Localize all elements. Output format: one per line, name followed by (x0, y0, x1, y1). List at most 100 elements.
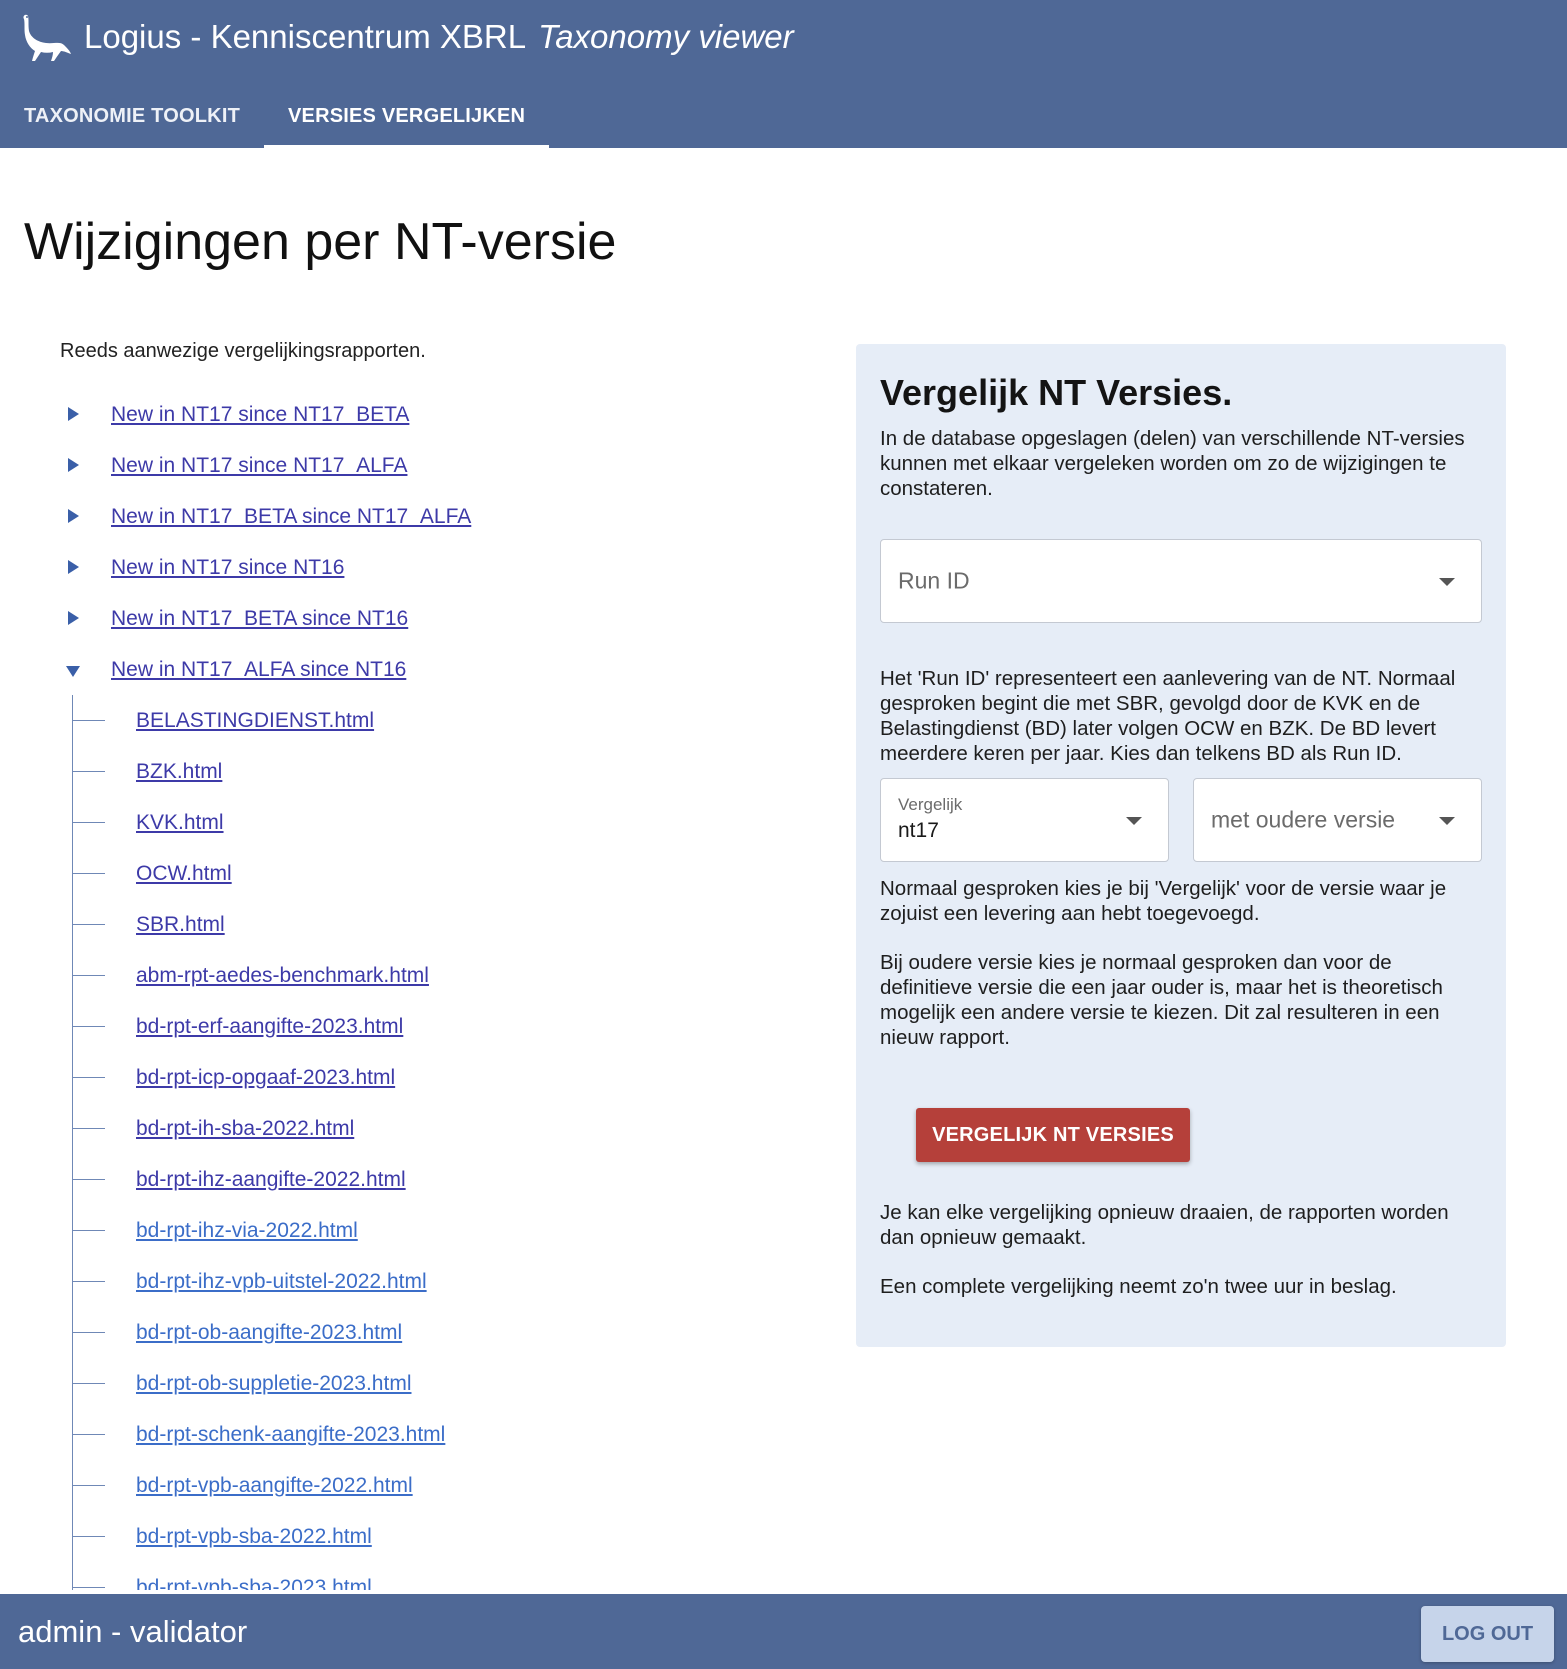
report-file-item: bd-rpt-ihz-aangifte-2022.html (73, 1154, 820, 1205)
report-file-link[interactable]: bd-rpt-ihz-vpb-uitstel-2022.html (136, 1270, 427, 1294)
reports-tree: New in NT17 since NT17_BETA New in NT17 s… (60, 389, 820, 1590)
report-tree-item: New in NT17 since NT17_BETA (60, 389, 820, 440)
caret-down-icon[interactable] (66, 666, 80, 677)
report-tree-item: New in NT17_BETA since NT16 (60, 593, 820, 644)
report-link[interactable]: New in NT17_ALFA since NT16 (111, 658, 406, 682)
report-file-link[interactable]: abm-rpt-aedes-benchmark.html (136, 964, 429, 988)
rerun-note: Je kan elke vergelijking opnieuw draaien… (880, 1201, 1449, 1249)
run-id-help: Het 'Run ID' representeert een aanleveri… (880, 667, 1456, 765)
report-file-link[interactable]: bd-rpt-vpb-sba-2022.html (136, 1525, 372, 1549)
compare-select-value: nt17 (898, 819, 939, 842)
older-select-placeholder: met oudere versie (1211, 806, 1396, 833)
app-title: Logius - Kenniscentrum XBRL (84, 18, 527, 55)
run-id-placeholder: Run ID (898, 567, 970, 594)
report-tree-item: New in NT17_BETA since NT17_ALFA (60, 491, 820, 542)
duration-note: Een complete vergelijking neemt zo'n twe… (880, 1275, 1397, 1298)
report-file-item: bd-rpt-ihz-via-2022.html (73, 1205, 820, 1256)
report-file-item: bd-rpt-vpb-sba-2022.html (73, 1511, 820, 1562)
report-children: BELASTINGDIENST.html BZK.html KVK.html OCW.… (72, 695, 820, 1590)
panel-title: Vergelijk NT Versies. (880, 372, 1233, 413)
tree-connector (73, 1128, 105, 1129)
report-file-link[interactable]: bd-rpt-ihz-via-2022.html (136, 1219, 358, 1243)
tab-taxonomie-toolkit[interactable]: TAXONOMIE TOOLKIT (0, 84, 264, 148)
dropdown-arrow-icon (1126, 817, 1142, 825)
tree-connector (73, 822, 105, 823)
report-file-link[interactable]: SBR.html (136, 913, 225, 937)
report-file-item: bd-rpt-ih-sba-2022.html (73, 1103, 820, 1154)
caret-right-icon[interactable] (68, 458, 79, 472)
report-link[interactable]: New in NT17_BETA since NT16 (111, 607, 408, 631)
main-tabs: TAXONOMIE TOOLKIT VERSIES VERGELIJKEN (0, 84, 550, 148)
brand: Logius - Kenniscentrum XBRL Taxonomy vie… (18, 10, 794, 64)
caret-right-icon[interactable] (68, 560, 79, 574)
tree-connector (73, 1281, 105, 1282)
report-file-link[interactable]: bd-rpt-erf-aangifte-2023.html (136, 1015, 403, 1039)
tree-connector (73, 1383, 105, 1384)
run-id-select[interactable]: Run ID (880, 539, 1482, 623)
report-file-link[interactable]: BELASTINGDIENST.html (136, 709, 374, 733)
tree-connector (73, 1332, 105, 1333)
tree-connector (73, 1587, 105, 1588)
dropdown-arrow-icon (1439, 817, 1455, 825)
tree-connector (73, 1179, 105, 1180)
report-tree-item: New in NT17 since NT16 (60, 542, 820, 593)
panel-description: In de database opgeslagen (delen) van ve… (880, 427, 1465, 500)
report-link[interactable]: New in NT17 since NT16 (111, 556, 344, 580)
report-file-link[interactable]: bd-rpt-ob-aangifte-2023.html (136, 1321, 402, 1345)
tree-connector (73, 924, 105, 925)
report-file-item: BELASTINGDIENST.html (73, 695, 820, 746)
report-tree-item: New in NT17 since NT17_ALFA (60, 440, 820, 491)
tree-connector (73, 771, 105, 772)
report-file-link[interactable]: bd-rpt-vpb-sba-2023.html (136, 1576, 372, 1591)
report-file-link[interactable]: bd-rpt-ob-suppletie-2023.html (136, 1372, 411, 1396)
report-file-item: bd-rpt-vpb-aangifte-2022.html (73, 1460, 820, 1511)
report-file-item: bd-rpt-vpb-sba-2023.html (73, 1562, 820, 1590)
report-link[interactable]: New in NT17_BETA since NT17_ALFA (111, 505, 471, 529)
report-link[interactable]: New in NT17 since NT17_ALFA (111, 454, 407, 478)
compare-help: Normaal gesproken kies je bij 'Vergelijk… (880, 877, 1447, 925)
compare-select-label: Vergelijk (898, 795, 963, 814)
report-file-item: bd-rpt-icp-opgaaf-2023.html (73, 1052, 820, 1103)
report-file-link[interactable]: BZK.html (136, 760, 222, 784)
report-file-item: OCW.html (73, 848, 820, 899)
older-version-help: Bij oudere versie kies je normaal gespro… (880, 951, 1443, 1049)
report-file-item: abm-rpt-aedes-benchmark.html (73, 950, 820, 1001)
report-file-item: bd-rpt-ob-suppletie-2023.html (73, 1358, 820, 1409)
logout-button[interactable]: LOG OUT (1421, 1606, 1554, 1662)
report-file-link[interactable]: bd-rpt-ihz-aangifte-2022.html (136, 1168, 406, 1192)
reports-section: Reeds aanwezige vergelijkingsrapporten. … (60, 340, 820, 1590)
compare-version-select[interactable]: Vergelijk nt17 (880, 778, 1169, 862)
report-file-link[interactable]: bd-rpt-schenk-aangifte-2023.html (136, 1423, 445, 1447)
tree-connector (73, 1434, 105, 1435)
caret-right-icon[interactable] (68, 509, 79, 523)
tree-connector (73, 975, 105, 976)
tab-versies-vergelijken[interactable]: VERSIES VERGELIJKEN (264, 84, 550, 148)
tree-connector (73, 720, 105, 721)
report-file-item: bd-rpt-ihz-vpb-uitstel-2022.html (73, 1256, 820, 1307)
tree-connector (73, 1077, 105, 1078)
current-user: admin - validator (18, 1613, 248, 1649)
report-file-item: bd-rpt-ob-aangifte-2023.html (73, 1307, 820, 1358)
report-tree-item: New in NT17_ALFA since NT16 (60, 644, 820, 695)
report-file-item: KVK.html (73, 797, 820, 848)
caret-right-icon[interactable] (68, 407, 79, 421)
older-version-select[interactable]: met oudere versie (1193, 778, 1482, 862)
report-file-link[interactable]: KVK.html (136, 811, 224, 835)
footer-bar: admin - validator LOG OUT (0, 1594, 1567, 1669)
report-file-item: bd-rpt-erf-aangifte-2023.html (73, 1001, 820, 1052)
report-file-item: bd-rpt-schenk-aangifte-2023.html (73, 1409, 820, 1460)
dropdown-arrow-icon (1439, 578, 1455, 586)
tree-connector (73, 1536, 105, 1537)
lizard-logo-icon (23, 14, 71, 62)
app-subtitle: Taxonomy viewer (538, 18, 794, 55)
report-file-link[interactable]: bd-rpt-icp-opgaaf-2023.html (136, 1066, 395, 1090)
report-link[interactable]: New in NT17 since NT17_BETA (111, 403, 409, 427)
report-file-item: SBR.html (73, 899, 820, 950)
report-file-link[interactable]: OCW.html (136, 862, 232, 886)
compare-versions-button[interactable]: VERGELIJK NT VERSIES (916, 1108, 1190, 1162)
caret-right-icon[interactable] (68, 611, 79, 625)
report-file-link[interactable]: bd-rpt-ih-sba-2022.html (136, 1117, 354, 1141)
report-file-link[interactable]: bd-rpt-vpb-aangifte-2022.html (136, 1474, 413, 1498)
tree-connector (73, 873, 105, 874)
tree-connector (73, 1485, 105, 1486)
